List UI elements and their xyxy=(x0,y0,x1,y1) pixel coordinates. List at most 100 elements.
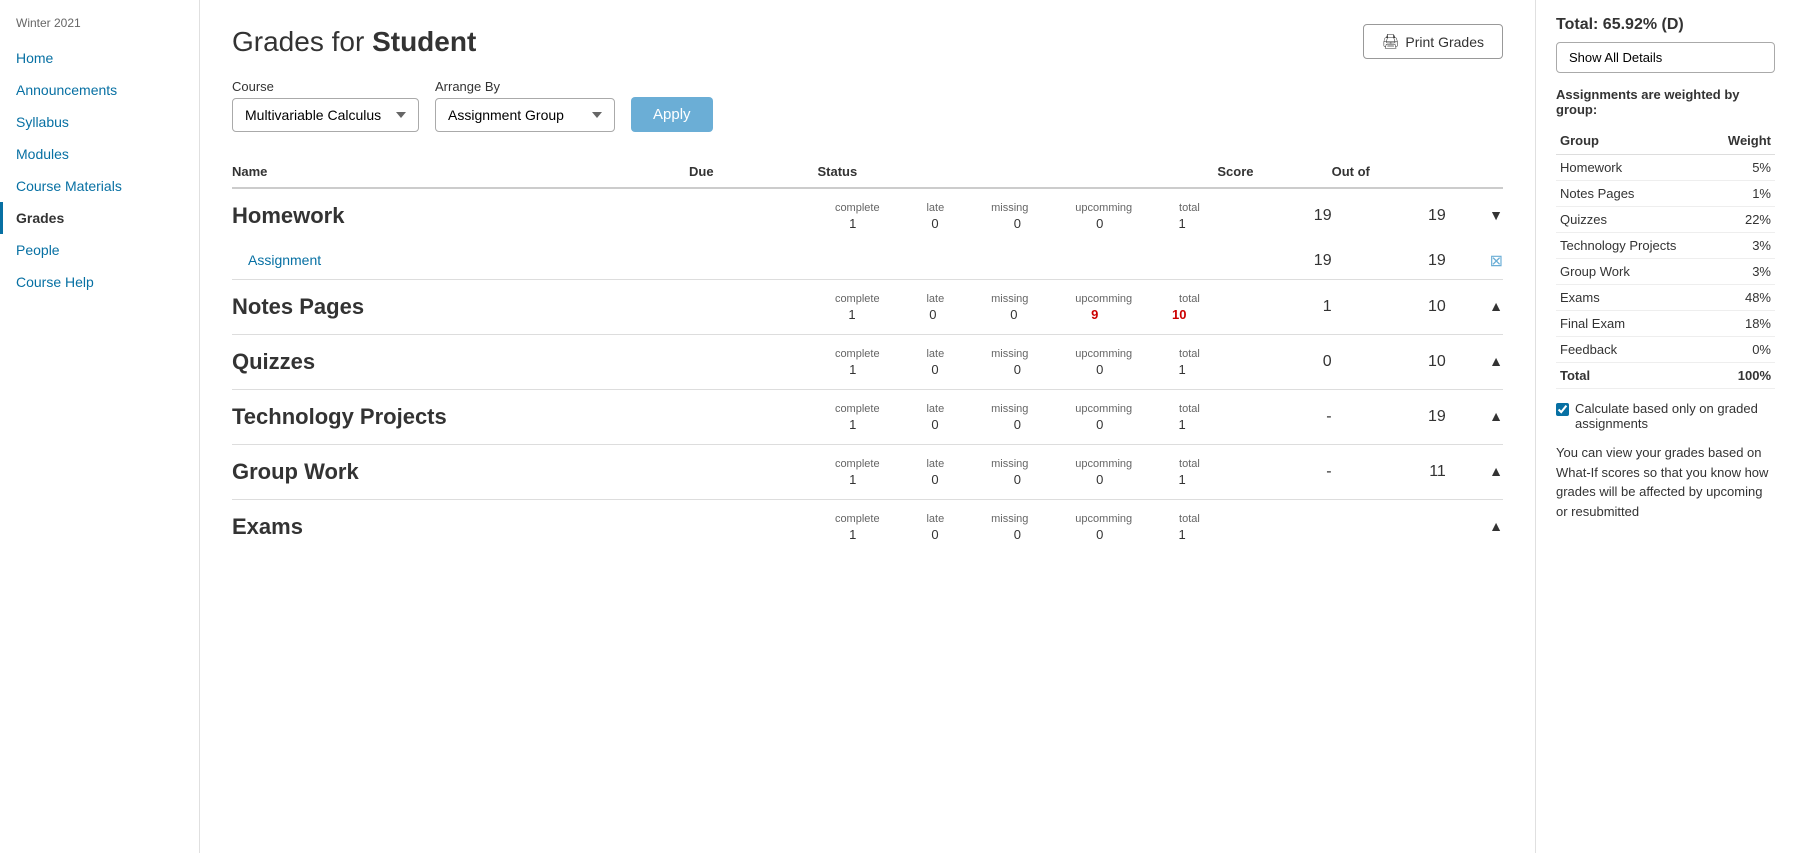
status-value-row: 10001 xyxy=(818,417,1218,432)
group-toggle-cell: ▲ xyxy=(1446,335,1503,390)
sidebar-item-people[interactable]: People xyxy=(0,234,199,266)
col-header-due: Due xyxy=(689,156,818,188)
status-value-row: 100910 xyxy=(818,307,1218,322)
status-value-row: 10001 xyxy=(818,472,1218,487)
group-outof-cell xyxy=(1332,500,1446,555)
status-header-row: completelatemissingupcommingtotal xyxy=(818,293,1218,305)
weight-table: Group Weight Homework 5% Notes Pages 1% … xyxy=(1556,127,1775,389)
group-due-cell xyxy=(689,280,818,335)
group-due-cell xyxy=(689,390,818,445)
page-title-prefix: Grades for xyxy=(232,26,372,57)
weight-value: 0% xyxy=(1711,337,1775,363)
what-if-text: You can view your grades based on What-I… xyxy=(1556,443,1775,521)
weight-value: 3% xyxy=(1711,233,1775,259)
total-score: Total: 65.92% (D) xyxy=(1556,16,1775,34)
status-header-row: completelatemissingupcommingtotal xyxy=(818,348,1218,360)
weight-col-weight: Weight xyxy=(1711,127,1775,155)
group-score-cell xyxy=(1217,500,1331,555)
filters-bar: Course Multivariable Calculus Arrange By… xyxy=(232,79,1503,132)
status-value-row: 10001 xyxy=(818,527,1218,542)
show-all-details-button[interactable]: Show All Details xyxy=(1556,42,1775,73)
weight-group-label: Group Work xyxy=(1556,259,1711,285)
weighted-note: Assignments are weighted by group: xyxy=(1556,87,1775,117)
group-name-cell: Exams xyxy=(232,500,689,555)
group-name-exams: Exams xyxy=(232,508,689,546)
grades-table: Name Due Status Score Out of Homework co… xyxy=(232,156,1503,554)
group-row-exams: Exams completelatemissingupcommingtotal … xyxy=(232,500,1503,555)
print-btn-label: Print Grades xyxy=(1405,34,1484,50)
group-due-cell xyxy=(689,335,818,390)
weight-row: Notes Pages 1% xyxy=(1556,181,1775,207)
sidebar-item-modules[interactable]: Modules xyxy=(0,138,199,170)
group-due-cell xyxy=(689,445,818,500)
group-name-notes-pages: Notes Pages xyxy=(232,288,689,326)
assignment-link[interactable]: Assignment xyxy=(232,252,321,268)
group-row-quizzes: Quizzes completelatemissingupcommingtota… xyxy=(232,335,1503,390)
table-row: Assignment 19 19 ⊠ xyxy=(232,243,1503,280)
sidebar: Winter 2021 HomeAnnouncementsSyllabusMod… xyxy=(0,0,200,853)
group-toggle-btn-homework[interactable]: ▼ xyxy=(1489,207,1503,223)
group-toggle-cell: ▲ xyxy=(1446,280,1503,335)
main-content: Grades for Student 🖨 Print Grades Course… xyxy=(200,0,1535,853)
group-name-cell: Notes Pages xyxy=(232,280,689,335)
group-toggle-btn-exams[interactable]: ▲ xyxy=(1489,518,1503,534)
weight-group-label: Technology Projects xyxy=(1556,233,1711,259)
weight-group-label: Quizzes xyxy=(1556,207,1711,233)
col-header-name: Name xyxy=(232,156,689,188)
group-status-cell: completelatemissingupcommingtotal 10001 xyxy=(818,500,1218,555)
col-header-status: Status xyxy=(818,156,1218,188)
weight-col-group: Group xyxy=(1556,127,1711,155)
weight-value: 100% xyxy=(1711,363,1775,389)
weight-row: Homework 5% xyxy=(1556,155,1775,181)
status-header-row: completelatemissingupcommingtotal xyxy=(818,202,1218,214)
sidebar-item-course-help[interactable]: Course Help xyxy=(0,266,199,298)
group-name-cell: Technology Projects xyxy=(232,390,689,445)
group-toggle-cell: ▲ xyxy=(1446,500,1503,555)
weight-row: Total 100% xyxy=(1556,363,1775,389)
group-toggle-cell: ▲ xyxy=(1446,390,1503,445)
weight-group-label: Final Exam xyxy=(1556,311,1711,337)
page-title: Grades for Student xyxy=(232,26,476,58)
weight-group-label: Notes Pages xyxy=(1556,181,1711,207)
status-header-row: completelatemissingupcommingtotal xyxy=(818,403,1218,415)
group-outof-cell: 19 xyxy=(1332,390,1446,445)
weight-group-label: Total xyxy=(1556,363,1711,389)
right-panel: Total: 65.92% (D) Show All Details Assig… xyxy=(1535,0,1795,853)
group-score-cell: - xyxy=(1217,445,1331,500)
group-outof-cell: 11 xyxy=(1332,445,1446,500)
group-name-quizzes: Quizzes xyxy=(232,343,689,381)
print-grades-button[interactable]: 🖨 Print Grades xyxy=(1363,24,1503,59)
sidebar-item-announcements[interactable]: Announcements xyxy=(0,74,199,106)
course-select[interactable]: Multivariable Calculus xyxy=(232,98,419,132)
printer-icon: 🖨 xyxy=(1382,33,1400,50)
status-header-row: completelatemissingupcommingtotal xyxy=(818,513,1218,525)
checkbox-row: Calculate based only on graded assignmen… xyxy=(1556,401,1775,431)
apply-button[interactable]: Apply xyxy=(631,97,713,132)
group-toggle-btn-notes-pages[interactable]: ▲ xyxy=(1489,298,1503,314)
course-filter-group: Course Multivariable Calculus xyxy=(232,79,419,132)
group-toggle-btn-quizzes[interactable]: ▲ xyxy=(1489,353,1503,369)
group-toggle-btn-technology-projects[interactable]: ▲ xyxy=(1489,408,1503,424)
status-value-row: 10001 xyxy=(818,216,1218,231)
group-outof-cell: 19 xyxy=(1332,188,1446,243)
group-name-group-work: Group Work xyxy=(232,453,689,491)
sidebar-item-grades[interactable]: Grades xyxy=(0,202,199,234)
weight-value: 5% xyxy=(1711,155,1775,181)
arrange-select[interactable]: Assignment Group xyxy=(435,98,615,132)
weight-value: 1% xyxy=(1711,181,1775,207)
arrange-filter-label: Arrange By xyxy=(435,79,615,94)
submit-icon: ⊠ xyxy=(1490,253,1503,270)
sidebar-item-syllabus[interactable]: Syllabus xyxy=(0,106,199,138)
graded-only-checkbox[interactable] xyxy=(1556,403,1569,416)
group-toggle-btn-group-work[interactable]: ▲ xyxy=(1489,463,1503,479)
weight-group-label: Feedback xyxy=(1556,337,1711,363)
grades-tbody: Homework completelatemissingupcommingtot… xyxy=(232,188,1503,554)
weight-row: Final Exam 18% xyxy=(1556,311,1775,337)
weight-row: Exams 48% xyxy=(1556,285,1775,311)
group-due-cell xyxy=(689,500,818,555)
sidebar-item-home[interactable]: Home xyxy=(0,42,199,74)
status-header-row: completelatemissingupcommingtotal xyxy=(818,458,1218,470)
col-header-toggle xyxy=(1446,156,1503,188)
weight-value: 3% xyxy=(1711,259,1775,285)
sidebar-item-course-materials[interactable]: Course Materials xyxy=(0,170,199,202)
